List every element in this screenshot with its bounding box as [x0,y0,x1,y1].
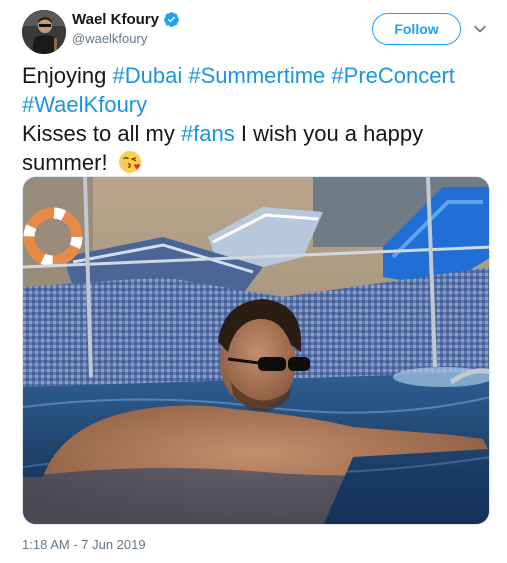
tweet-text-segment: Enjoying [22,63,113,88]
tweet-text: Enjoying #Dubai #Summertime #PreConcert … [22,61,492,177]
tweet-text-segment: summer! [22,150,108,175]
tweet-card: Wael Kfoury @waelkfoury Follow Enjoying … [0,0,507,563]
author-name-row[interactable]: Wael Kfoury [72,11,180,28]
tweet-timestamp[interactable]: 1:18 AM - 7 Jun 2019 [22,537,146,552]
avatar[interactable] [22,10,66,54]
author-handle[interactable]: @waelkfoury [72,31,147,46]
tweet-text-segment: Kisses to all my [22,121,181,146]
face-blowing-a-kiss-icon [118,150,142,174]
hashtag-link-preconcert[interactable]: #PreConcert [331,63,455,88]
hashtag-link-waelkfoury[interactable]: #WaelKfoury [22,92,147,117]
tweet-text-segment: I wish you a happy [234,121,424,146]
hashtag-link-fans[interactable]: #fans [181,121,235,146]
follow-button[interactable]: Follow [372,13,461,45]
chevron-down-icon[interactable] [473,22,487,36]
hashtag-link-dubai[interactable]: #Dubai [113,63,183,88]
hashtag-link-summertime[interactable]: #Summertime [188,63,325,88]
verified-badge-icon [163,11,180,28]
display-name[interactable]: Wael Kfoury [72,11,159,28]
tweet-photo[interactable] [22,176,490,525]
